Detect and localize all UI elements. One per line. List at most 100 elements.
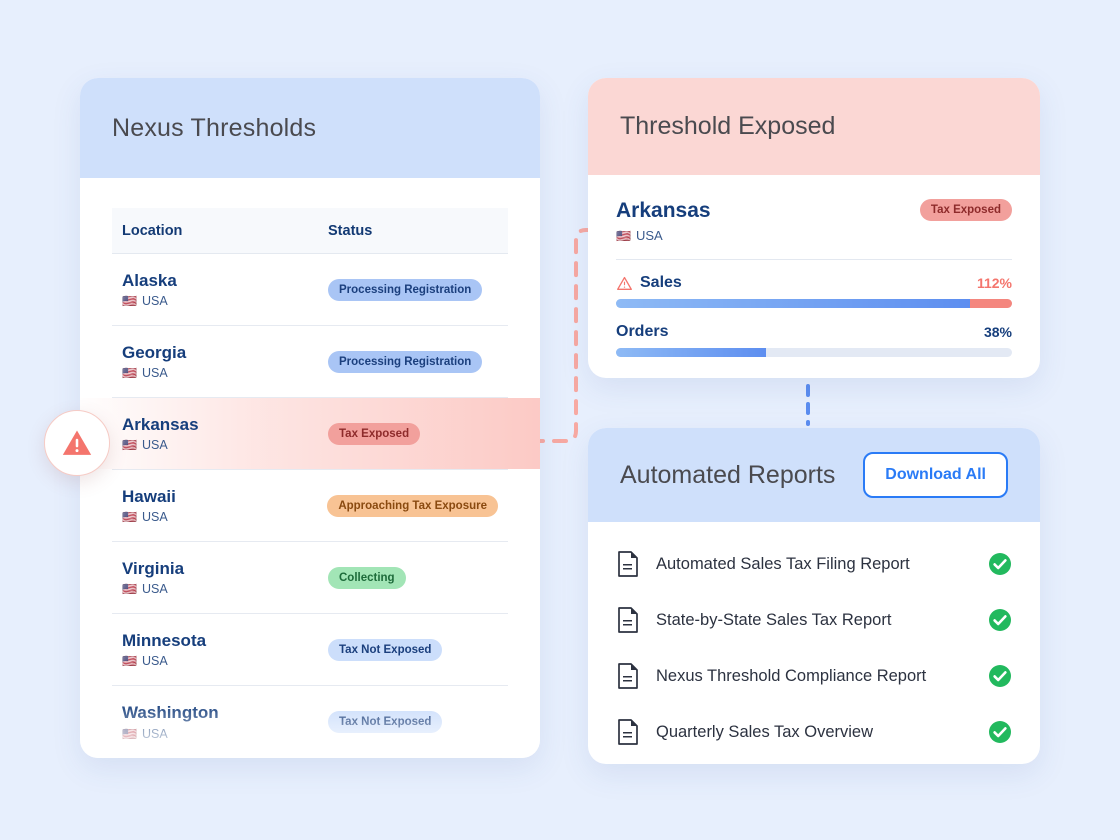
row-country: 🇺🇸 USA	[122, 438, 328, 452]
metric-progress-bar	[616, 348, 1012, 358]
us-flag-icon: 🇺🇸	[122, 438, 137, 453]
warning-triangle-icon	[617, 276, 632, 290]
list-item[interactable]: State-by-State Sales Tax Report	[616, 592, 1012, 648]
exposed-state-name: Arkansas	[616, 199, 711, 222]
row-location: Arkansas 🇺🇸 USA	[122, 415, 328, 453]
row-country-label: USA	[141, 654, 168, 669]
document-icon	[618, 607, 638, 633]
us-flag-icon: 🇺🇸	[122, 582, 137, 597]
document-icon	[618, 663, 638, 689]
automated-reports-title: Automated Reports	[620, 460, 836, 489]
document-icon	[618, 551, 638, 577]
row-country: 🇺🇸 USA	[122, 727, 328, 741]
column-header-status: Status	[328, 222, 373, 239]
status-badge: Processing Registration	[328, 350, 483, 373]
row-location: Minnesota 🇺🇸 USA	[122, 631, 328, 669]
report-title: State-by-State Sales Tax Report	[656, 610, 892, 629]
exposed-country-label: USA	[635, 228, 663, 244]
automated-reports-card: Automated Reports Download All Automated…	[588, 428, 1040, 764]
list-item[interactable]: Nexus Threshold Compliance Report	[616, 648, 1012, 704]
row-location: Alaska 🇺🇸 USA	[122, 271, 328, 309]
threshold-exposed-body: Arkansas 🇺🇸 USA Tax Exposed Sales 112% Ord…	[588, 175, 1040, 358]
status-badge: Collecting	[328, 566, 406, 589]
list-item[interactable]: Quarterly Sales Tax Overview	[616, 704, 1012, 760]
row-country-label: USA	[141, 294, 168, 309]
row-status: Collecting	[328, 566, 498, 589]
row-location: Hawaii 🇺🇸 USA	[122, 487, 327, 525]
row-state-name: Minnesota	[122, 630, 207, 650]
document-icon	[618, 719, 638, 745]
row-state-name: Virginia	[122, 558, 185, 578]
list-item[interactable]: Automated Sales Tax Filing Report	[616, 536, 1012, 592]
row-status: Processing Registration	[328, 350, 498, 373]
check-circle-icon	[989, 609, 1011, 631]
nexus-thresholds-card: Nexus Thresholds Location Status Alaska 🇺…	[80, 78, 540, 758]
metric-label-group: Orders	[616, 323, 668, 341]
download-all-button[interactable]: Download All	[863, 452, 1008, 498]
us-flag-icon: 🇺🇸	[122, 654, 137, 669]
report-title: Nexus Threshold Compliance Report	[656, 666, 927, 685]
table-row[interactable]: Virginia 🇺🇸 USA Collecting	[112, 542, 508, 614]
table-row[interactable]: Alaska 🇺🇸 USA Processing Registration	[112, 254, 508, 326]
metric-value: 38%	[983, 324, 1012, 341]
table-row[interactable]: Hawaii 🇺🇸 USA Approaching Tax Exposure	[112, 470, 508, 542]
us-flag-icon: 🇺🇸	[122, 510, 137, 525]
threshold-exposed-header: Threshold Exposed	[588, 78, 1040, 175]
row-country: 🇺🇸 USA	[122, 366, 328, 380]
metric-value: 112%	[976, 275, 1012, 292]
metric-label: Orders	[616, 323, 669, 341]
row-country: 🇺🇸 USA	[122, 654, 328, 668]
table-row[interactable]: Georgia 🇺🇸 USA Processing Registration	[112, 326, 508, 398]
row-state-name: Alaska	[122, 270, 177, 290]
us-flag-icon: 🇺🇸	[122, 294, 137, 309]
exposed-divider	[616, 259, 1012, 261]
threshold-exposed-card: Threshold Exposed Arkansas 🇺🇸 USA Tax Ex…	[588, 78, 1040, 378]
automated-reports-list: Automated Sales Tax Filing Report State-b…	[588, 522, 1040, 760]
row-country: 🇺🇸 USA	[122, 582, 328, 596]
table-row[interactable]: Arkansas 🇺🇸 USA Tax Exposed	[80, 398, 540, 470]
check-circle-icon	[989, 665, 1011, 687]
automated-reports-header: Automated Reports Download All	[588, 428, 1040, 522]
metric-progress-fill	[616, 299, 970, 309]
metric-progress-bar	[616, 299, 1012, 309]
us-flag-icon: 🇺🇸	[616, 228, 631, 243]
table-row[interactable]: Minnesota 🇺🇸 USA Tax Not Exposed	[112, 614, 508, 686]
exposure-alert-badge[interactable]	[44, 410, 110, 476]
row-country-label: USA	[141, 438, 168, 453]
status-badge: Processing Registration	[328, 278, 483, 301]
status-badge: Tax Not Exposed	[328, 638, 443, 661]
nexus-table-header: Location Status	[112, 208, 508, 254]
row-state-name: Washington	[122, 703, 219, 723]
us-flag-icon: 🇺🇸	[122, 366, 137, 381]
row-location: Georgia 🇺🇸 USA	[122, 343, 328, 381]
check-circle-icon	[989, 721, 1011, 743]
dashboard-stage: Nexus Thresholds Location Status Alaska 🇺…	[0, 0, 1120, 840]
row-status: Tax Exposed	[328, 422, 498, 445]
threshold-exposed-title: Threshold Exposed	[620, 112, 836, 140]
row-location: Virginia 🇺🇸 USA	[122, 559, 328, 597]
row-state-name: Georgia	[122, 342, 187, 362]
status-badge: Tax Exposed	[328, 422, 421, 445]
row-country-label: USA	[141, 366, 168, 381]
threshold-metric: Sales 112%	[616, 274, 1012, 309]
row-status: Approaching Tax Exposure	[327, 494, 498, 517]
table-row[interactable]: Washington 🇺🇸 USA Tax Not Exposed	[112, 686, 508, 758]
metric-progress-fill	[616, 348, 767, 358]
nexus-card-title: Nexus Thresholds	[112, 113, 317, 142]
exposed-status-badge: Tax Exposed	[919, 199, 1012, 221]
row-state-name: Hawaii	[122, 486, 176, 506]
exposed-state-row: Arkansas 🇺🇸 USA Tax Exposed	[616, 199, 1012, 243]
row-country: 🇺🇸 USA	[122, 294, 328, 308]
threshold-metric: Orders 38%	[616, 323, 1012, 358]
row-country-label: USA	[141, 510, 168, 525]
nexus-card-header: Nexus Thresholds	[80, 78, 540, 178]
report-title: Quarterly Sales Tax Overview	[656, 722, 874, 741]
status-badge: Tax Not Exposed	[328, 711, 443, 733]
exposed-metrics-list: Sales 112% Orders 38%	[616, 274, 1012, 358]
row-country-label: USA	[141, 582, 168, 597]
check-circle-icon	[989, 553, 1011, 575]
nexus-card-body: Location Status Alaska 🇺🇸 USA Processing Re…	[80, 208, 540, 758]
metric-progress-overflow	[969, 299, 1012, 309]
exposed-state-country: 🇺🇸 USA	[616, 228, 711, 243]
row-status: Tax Not Exposed	[328, 711, 498, 733]
